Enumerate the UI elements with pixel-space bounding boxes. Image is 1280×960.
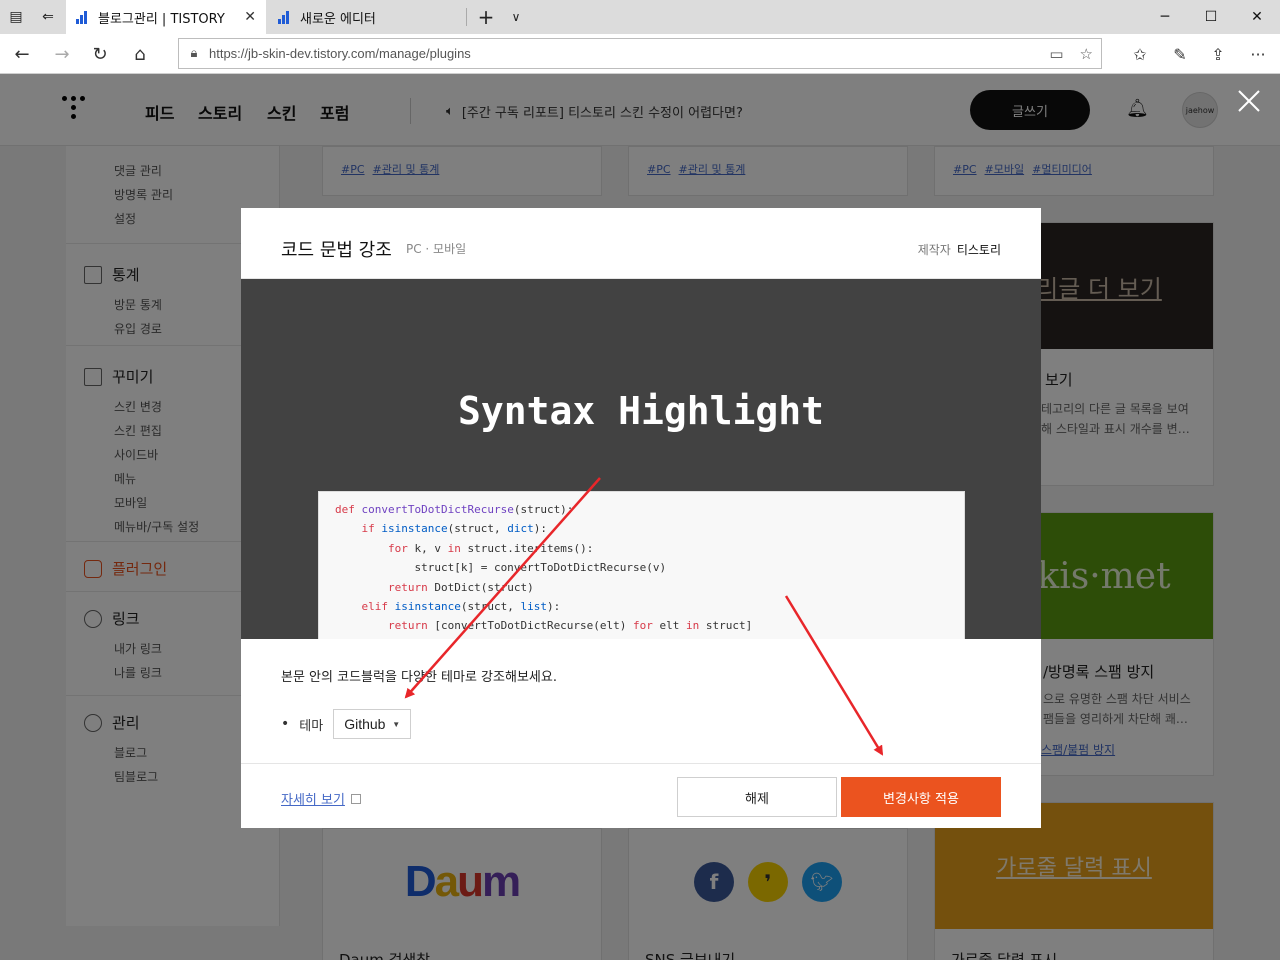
- tab-separator: [466, 8, 467, 26]
- url-text: https://jb-skin-dev.tistory.com/manage/p…: [209, 46, 471, 61]
- theme-row: • 테마 Github ▼: [281, 709, 412, 739]
- caret-down-icon: ▼: [392, 719, 401, 729]
- theme-select-value: Github: [344, 716, 386, 732]
- back-icon[interactable]: ←: [2, 34, 42, 74]
- new-tab-icon[interactable]: +: [474, 0, 498, 34]
- modal-header: 코드 문법 강조 PC · 모바일 제작자 티스토리: [241, 208, 1041, 279]
- maker-label: 제작자: [917, 243, 951, 257]
- code-line: if isinstance(struct, dict):: [361, 522, 547, 536]
- refresh-icon[interactable]: ↻: [80, 34, 120, 74]
- modal-maker: 제작자 티스토리: [918, 241, 1001, 258]
- tab-label: 블로그관리 | TISTORY: [98, 11, 225, 27]
- code-line: return DotDict(struct): [387, 580, 534, 594]
- code-line: struct[k] = convertToDotDictRecurse(v): [335, 561, 667, 575]
- pen-icon[interactable]: ✎: [1160, 34, 1200, 74]
- favorite-star-icon[interactable]: ☆: [1080, 45, 1093, 63]
- reading-view-icon[interactable]: ▭: [1049, 45, 1063, 63]
- minimize-icon[interactable]: ─: [1142, 0, 1188, 34]
- tab-new-editor[interactable]: 새로운 에디터: [268, 0, 468, 34]
- code-line: return [convertToDotDictRecurse(elt) for…: [387, 619, 753, 633]
- favorites-hub-icon[interactable]: ✩: [1120, 34, 1160, 74]
- browser-tab-bar: ▤ ⇐ 블로그관리 | TISTORY ✕ 새로운 에디터 + ∨ ─ ☐ ✕: [0, 0, 1280, 34]
- forward-icon[interactable]: →: [42, 34, 82, 74]
- modal-title: 코드 문법 강조: [281, 240, 392, 261]
- plugin-detail-modal: 코드 문법 강조 PC · 모바일 제작자 티스토리 Syntax Highlig…: [241, 208, 1041, 828]
- close-tab-icon[interactable]: ✕: [244, 9, 256, 25]
- tab-tistory[interactable]: 블로그관리 | TISTORY ✕: [66, 0, 266, 34]
- code-line: def convertToDotDictRecurse(struct):: [335, 503, 574, 516]
- disable-button[interactable]: 해제: [677, 777, 837, 817]
- set-aside-tabs-icon[interactable]: ⇐: [32, 0, 64, 34]
- external-link-icon: [350, 793, 361, 804]
- close-modal-icon[interactable]: [1236, 88, 1262, 114]
- modal-preview: Syntax Highlight def convertToDotDictRec…: [241, 279, 1041, 639]
- tab-label: 새로운 에디터: [300, 11, 376, 27]
- maximize-icon[interactable]: ☐: [1188, 0, 1234, 34]
- more-info-link[interactable]: 자세히 보기: [281, 789, 361, 808]
- code-preview: def convertToDotDictRecurse(struct): if …: [318, 491, 965, 639]
- home-icon[interactable]: ⌂: [120, 34, 160, 74]
- more-icon[interactable]: ···: [1238, 34, 1278, 74]
- preview-title: Syntax Highlight: [457, 389, 825, 433]
- theme-select[interactable]: Github ▼: [333, 709, 412, 739]
- modal-body: 본문 안의 코드블럭을 다양한 테마로 강조해보세요. • 테마 Github …: [241, 639, 1041, 763]
- tab-list-chevron-icon[interactable]: ∨: [504, 0, 528, 34]
- lock-icon: 🔒︎: [190, 46, 198, 61]
- code-line: elif isinstance(struct, list):: [361, 600, 561, 614]
- code-line: for k, v in struct.iteritems():: [387, 541, 594, 555]
- tistory-favicon-icon: [278, 10, 292, 24]
- address-bar[interactable]: 🔒︎ https://jb-skin-dev.tistory.com/manag…: [178, 38, 1102, 69]
- tab-actions-icon[interactable]: ▤: [0, 0, 32, 34]
- maker-name: 티스토리: [956, 243, 1001, 257]
- modal-description: 본문 안의 코드블럭을 다양한 테마로 강조해보세요.: [281, 670, 557, 685]
- apply-changes-button[interactable]: 변경사항 적용: [841, 777, 1001, 817]
- modal-platforms: PC · 모바일: [406, 242, 467, 256]
- more-info-label: 자세히 보기: [281, 793, 345, 808]
- bullet: •: [281, 716, 290, 732]
- modal-footer: 자세히 보기 해제 변경사항 적용: [241, 763, 1041, 828]
- browser-nav-bar: ← → ↻ ⌂ 🔒︎ https://jb-skin-dev.tistory.c…: [0, 34, 1280, 74]
- window-close-icon[interactable]: ✕: [1234, 0, 1280, 34]
- share-icon[interactable]: ⇪: [1198, 34, 1238, 74]
- tistory-favicon-icon: [76, 10, 90, 24]
- theme-label: 테마: [299, 718, 324, 734]
